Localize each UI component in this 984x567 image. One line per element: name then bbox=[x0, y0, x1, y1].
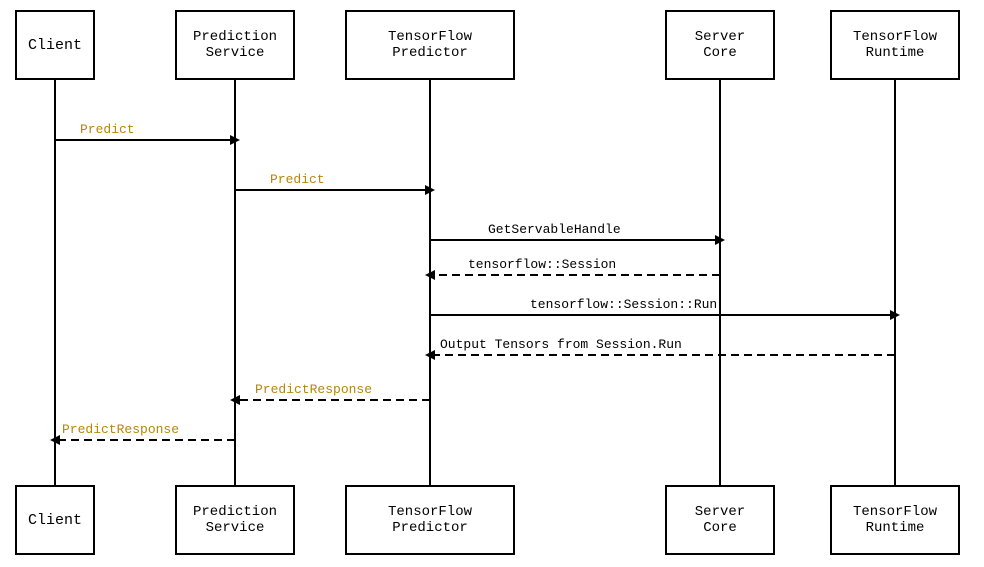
sequence-diagram: Client Prediction Service TensorFlow Pre… bbox=[0, 0, 984, 567]
actor-tensorflow-runtime-bottom: TensorFlow Runtime bbox=[830, 485, 960, 555]
msg-label-predict2: Predict bbox=[270, 172, 325, 187]
msg-label-predict1: Predict bbox=[80, 122, 135, 137]
actor-tensorflow-predictor-bottom: TensorFlow Predictor bbox=[345, 485, 515, 555]
actor-server-core-top: Server Core bbox=[665, 10, 775, 80]
sequence-arrows bbox=[0, 0, 984, 567]
actor-server-core-bottom: Server Core bbox=[665, 485, 775, 555]
msg-label-predict-response2: PredictResponse bbox=[62, 422, 179, 437]
actor-tensorflow-predictor-top: TensorFlow Predictor bbox=[345, 10, 515, 80]
actor-tensorflow-runtime-top: TensorFlow Runtime bbox=[830, 10, 960, 80]
actor-prediction-service-top: Prediction Service bbox=[175, 10, 295, 80]
actor-client-bottom: Client bbox=[15, 485, 95, 555]
msg-label-predict-response1: PredictResponse bbox=[255, 382, 372, 397]
msg-label-tf-session-run: tensorflow::Session::Run bbox=[530, 297, 717, 312]
actor-client-top: Client bbox=[15, 10, 95, 80]
msg-label-output-tensors: Output Tensors from Session.Run bbox=[440, 337, 682, 352]
msg-label-tf-session: tensorflow::Session bbox=[468, 257, 616, 272]
actor-prediction-service-bottom: Prediction Service bbox=[175, 485, 295, 555]
msg-label-get-servable: GetServableHandle bbox=[488, 222, 621, 237]
